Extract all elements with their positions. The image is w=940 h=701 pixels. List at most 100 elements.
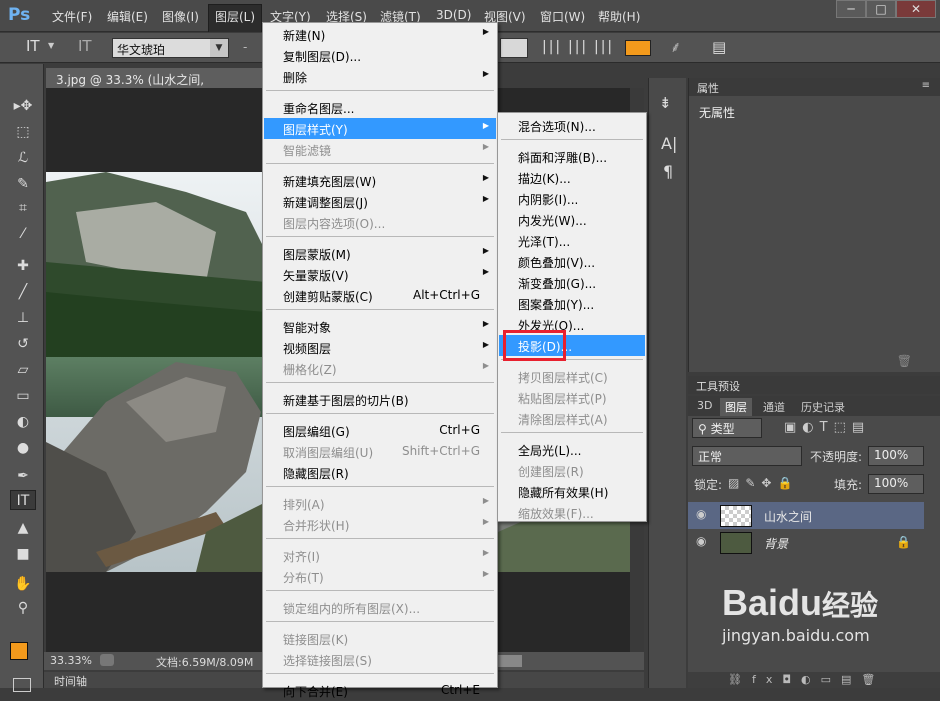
tool-presets-tab[interactable]: 工具预设 (688, 376, 940, 394)
trash-icon[interactable]: 🗑 (897, 354, 912, 368)
menu-item[interactable]: 3D(D) (436, 8, 471, 22)
gradient-tool-icon[interactable]: ▭ (12, 386, 34, 406)
path-selection-tool-icon[interactable]: ▲ (12, 518, 34, 538)
warp-text-icon[interactable]: ⸙ (670, 37, 681, 57)
layer-row[interactable]: ◉ 山水之间 (688, 502, 924, 529)
menu-item[interactable]: 渐变叠加(G)... (499, 272, 645, 293)
foreground-color-swatch[interactable] (10, 642, 28, 660)
opacity-field[interactable]: 100% (868, 446, 924, 466)
zoom-tool-icon[interactable]: ⚲ (12, 598, 34, 618)
close-button[interactable]: ✕ (896, 0, 936, 18)
menu-item[interactable]: 全局光(L)... (499, 439, 645, 460)
blend-mode-select[interactable]: 正常 (692, 446, 802, 466)
eraser-tool-icon[interactable]: ▱ (12, 360, 34, 380)
menu-item[interactable]: 矢量蒙版(V) ▶ (264, 264, 496, 285)
fill-field[interactable]: 100% (868, 474, 924, 494)
menu-item[interactable]: 隐藏图层(R) (264, 462, 496, 483)
menu-item[interactable]: 新建调整图层(J) ▶ (264, 191, 496, 212)
layers-footer-icons[interactable]: ⛓fx◘◐▭▤🗑 (688, 672, 940, 688)
maximize-button[interactable]: □ (866, 0, 896, 18)
crop-tool-icon[interactable]: ⌗ (12, 198, 34, 218)
character-icon[interactable]: A| (661, 134, 677, 153)
menu-item[interactable]: 内阴影(I)... (499, 188, 645, 209)
filter-icons[interactable]: ▣◐T⬚▤ (784, 420, 870, 435)
menu-item[interactable]: 文件(F) (52, 8, 92, 25)
marquee-tool-icon[interactable]: ⬚ (12, 122, 34, 142)
layer-name[interactable]: 山水之间 (764, 508, 812, 525)
menu-item[interactable]: 图层样式(Y) ▶ (264, 118, 496, 139)
text-orientation-icon[interactable]: IT (26, 37, 40, 55)
eye-icon[interactable]: ◉ (696, 534, 706, 548)
text-color-swatch[interactable] (625, 40, 651, 56)
minimize-button[interactable]: ─ (836, 0, 866, 18)
menu-item[interactable]: 隐藏所有效果(H) (499, 481, 645, 502)
zoom-level[interactable]: 33.33% (50, 654, 92, 667)
stamp-tool-icon[interactable]: ⊥ (12, 308, 34, 328)
tab-layers[interactable]: 图层 (720, 398, 752, 416)
menu-item[interactable]: 新建基于图层的切片(B) (264, 389, 496, 410)
menu-item[interactable]: 向下合并(E) Ctrl+E (264, 680, 496, 701)
align-left-icon[interactable]: ||| (542, 39, 562, 55)
layer-name[interactable]: 背景 (764, 535, 788, 552)
blur-tool-icon[interactable]: ◐ (12, 412, 34, 432)
menu-item[interactable]: 图案叠加(Y)... (499, 293, 645, 314)
menu-item[interactable]: 视频图层 ▶ (264, 337, 496, 358)
font-size-field[interactable] (500, 38, 528, 58)
layer-filter-select[interactable]: ⚲ 类型 (692, 418, 762, 438)
tool-preset-dropdown-icon[interactable]: ▼ (48, 41, 54, 50)
character-panel-icon[interactable]: ▤ (712, 38, 726, 56)
menu-item[interactable]: 图层蒙版(M) ▶ (264, 243, 496, 264)
status-menu-icon[interactable] (100, 654, 114, 666)
menu-item[interactable]: 图像(I) (162, 8, 199, 25)
hand-tool-icon[interactable]: ✋ (12, 574, 34, 594)
dodge-tool-icon[interactable]: ● (12, 438, 34, 458)
menu-item[interactable]: 窗口(W) (540, 8, 585, 25)
type-tool-icon[interactable]: IT (10, 490, 36, 510)
watermark-logo: Baidu经验 (722, 582, 922, 624)
rectangle-tool-icon[interactable]: ■ (12, 544, 34, 564)
toggle-orientation-icon[interactable]: IT (78, 37, 92, 55)
quick-select-tool-icon[interactable]: ✎ (12, 174, 34, 194)
properties-title[interactable]: 属性 (689, 78, 940, 96)
menu-item[interactable]: 新建(N) ▶ (264, 24, 496, 45)
healing-brush-tool-icon[interactable]: ✚ (12, 256, 34, 276)
menu-item[interactable]: 颜色叠加(V)... (499, 251, 645, 272)
move-tool-icon[interactable]: ▸✥ (12, 96, 34, 116)
quick-mask-icon[interactable] (13, 678, 31, 692)
history-panel-icon[interactable]: ⇟ (659, 94, 672, 112)
menu-item[interactable]: 创建剪贴蒙版(C) Alt+Ctrl+G (264, 285, 496, 306)
tab-channels[interactable]: 通道 (758, 398, 790, 416)
align-center-icon[interactable]: ||| (568, 39, 588, 55)
panel-menu-icon[interactable]: ≡ (922, 80, 930, 91)
menu-item[interactable]: 内发光(W)... (499, 209, 645, 230)
menu-item-shortcut: Ctrl+E (441, 683, 480, 697)
menu-item[interactable]: 光泽(T)... (499, 230, 645, 251)
brush-tool-icon[interactable]: ╱ (12, 282, 34, 302)
align-right-icon[interactable]: ||| (594, 39, 614, 55)
layer-row[interactable]: ◉ 背景 🔒 (688, 529, 924, 556)
menu-item[interactable]: 混合选项(N)... (499, 115, 645, 136)
menu-item[interactable]: 复制图层(D)... (264, 45, 496, 66)
document-tab[interactable]: 3.jpg @ 33.3% (山水之间, RGB/8#) * × (46, 68, 262, 102)
lock-icons[interactable]: ▨✎✥🔒 (728, 476, 798, 490)
eyedropper-tool-icon[interactable]: ⁄ (12, 224, 34, 244)
menu-item[interactable]: 重命名图层... (264, 97, 496, 118)
eye-icon[interactable]: ◉ (696, 507, 706, 521)
menu-item[interactable]: 帮助(H) (598, 8, 640, 25)
menu-item[interactable]: 编辑(E) (107, 8, 148, 25)
menu-item[interactable]: 斜面和浮雕(B)... (499, 146, 645, 167)
lasso-tool-icon[interactable]: ℒ (12, 148, 34, 168)
tab-3d[interactable]: 3D (692, 398, 717, 413)
menu-item[interactable]: 描边(K)... (499, 167, 645, 188)
history-brush-tool-icon[interactable]: ↺ (12, 334, 34, 354)
menu-item[interactable]: 图层编组(G) Ctrl+G (264, 420, 496, 441)
menu-layer-active[interactable]: 图层(L) (208, 4, 263, 32)
font-family-select[interactable]: 华文琥珀 ▼ (112, 38, 229, 58)
menu-item[interactable]: 删除 ▶ (264, 66, 496, 87)
font-style-field[interactable]: - (243, 40, 247, 54)
tab-history[interactable]: 历史记录 (796, 398, 850, 416)
menu-item[interactable]: 智能对象 ▶ (264, 316, 496, 337)
menu-item[interactable]: 新建填充图层(W) ▶ (264, 170, 496, 191)
paragraph-icon[interactable]: ¶ (663, 162, 673, 181)
pen-tool-icon[interactable]: ✒ (12, 466, 34, 486)
